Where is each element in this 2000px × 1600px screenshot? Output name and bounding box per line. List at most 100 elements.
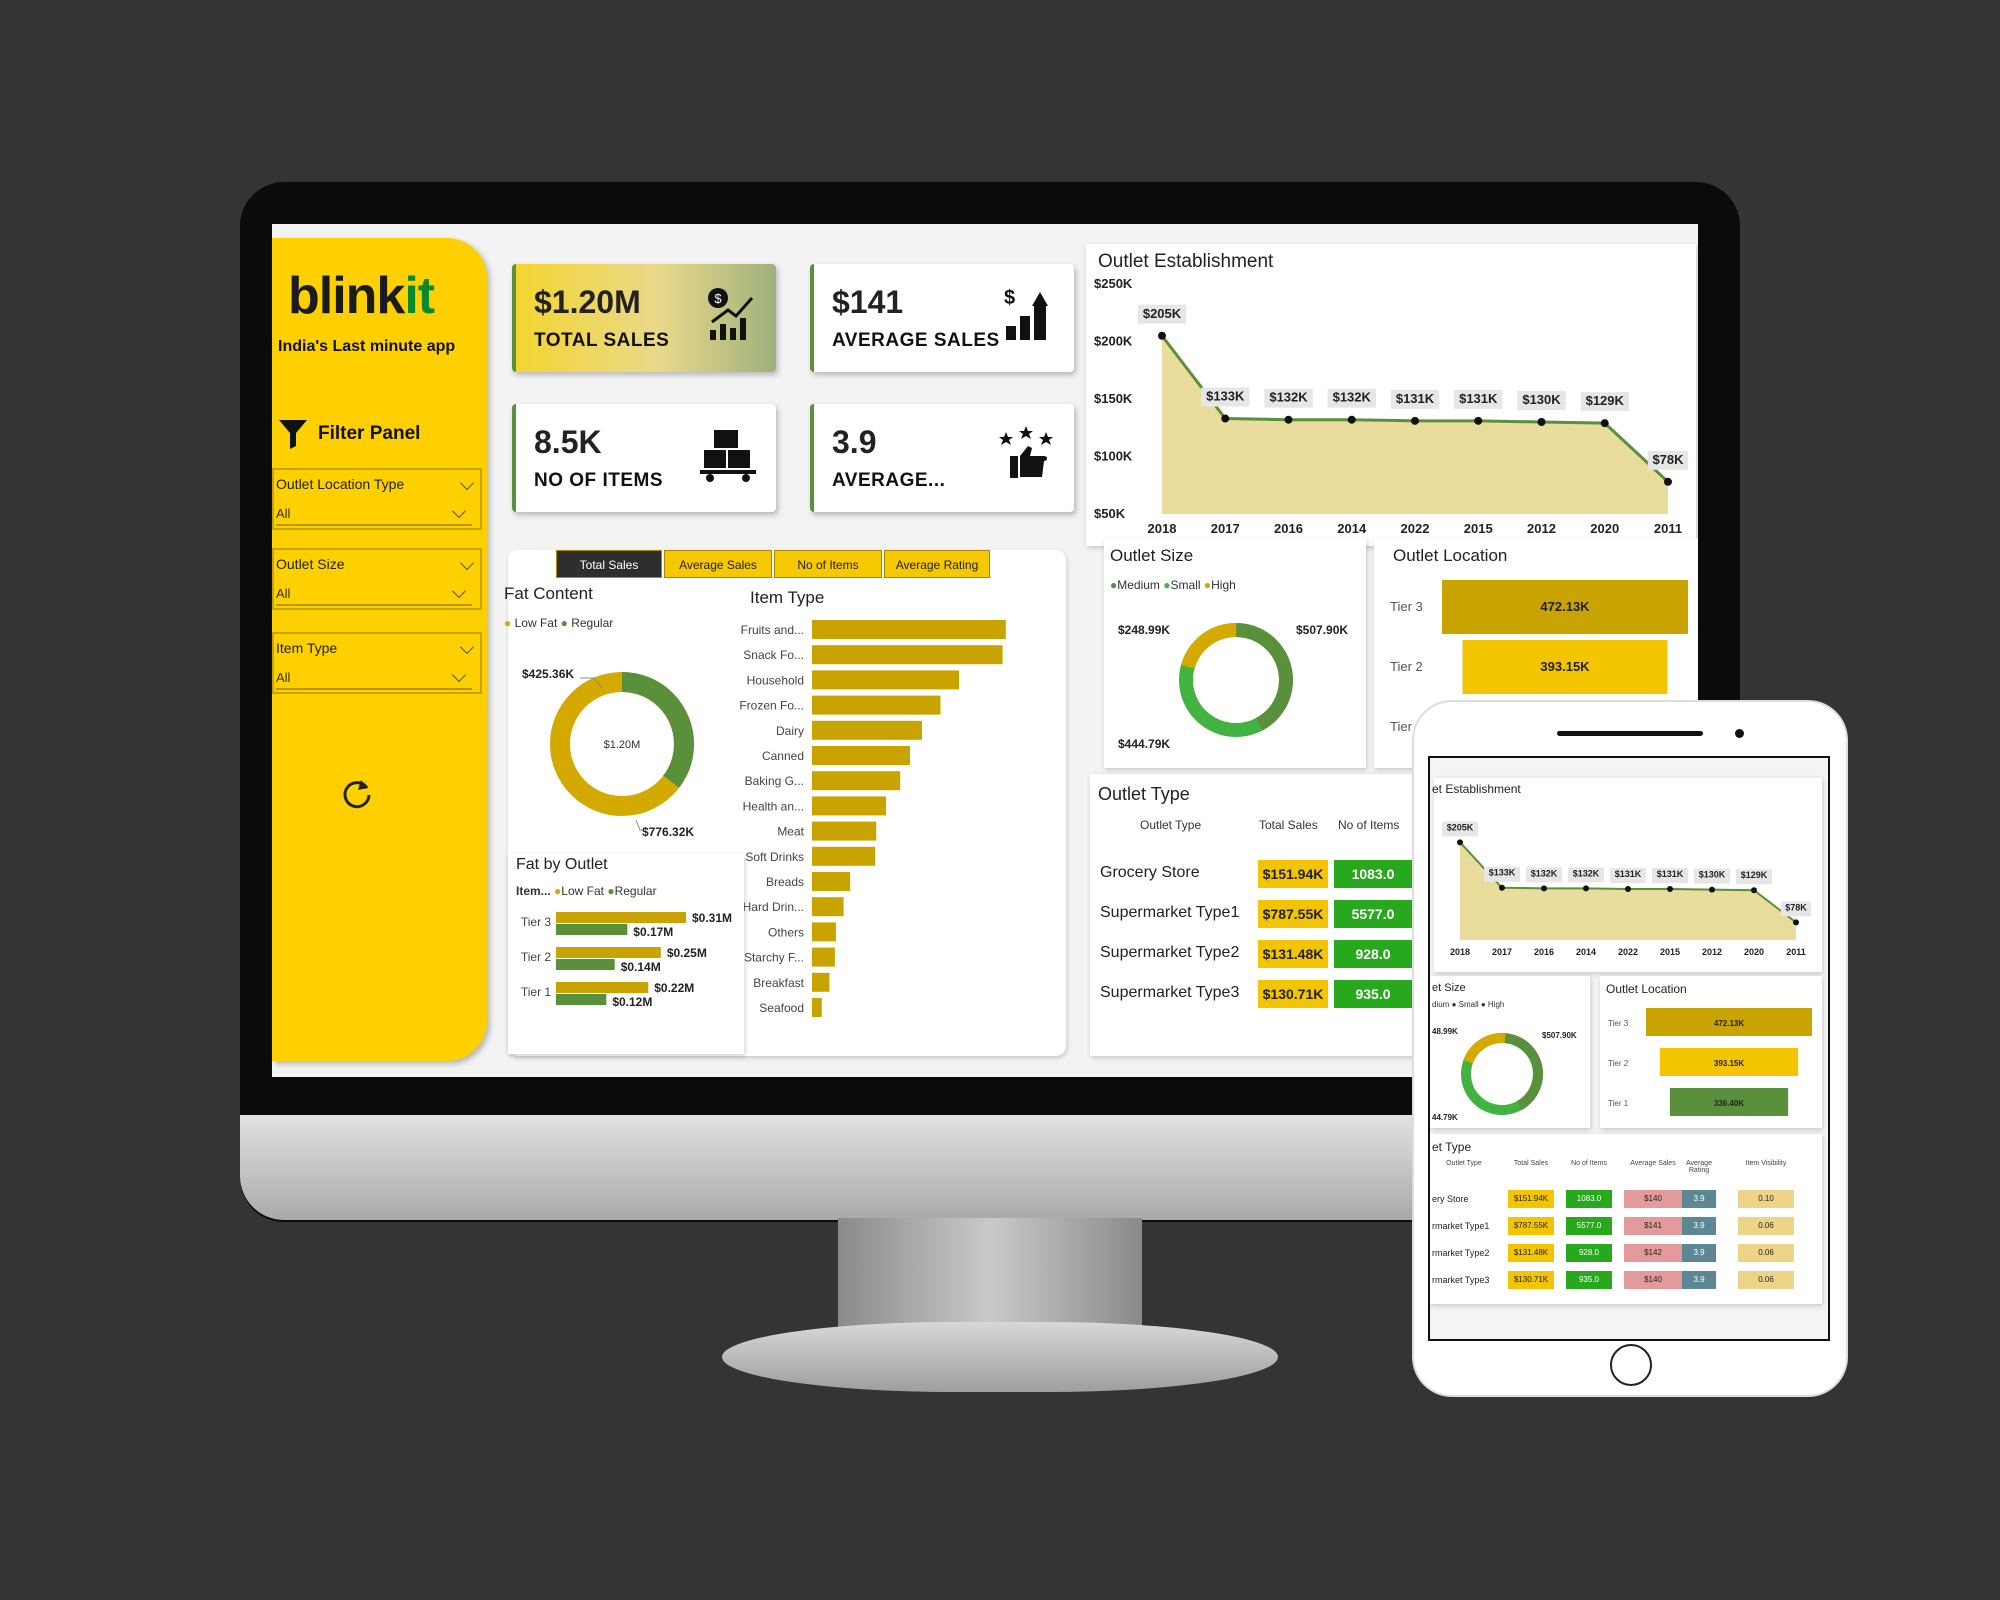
category-label: Frozen Fo... [739, 699, 804, 713]
category-label: Tier 1 [521, 985, 552, 999]
data-point [1541, 885, 1547, 892]
data-label: 48.99K [1432, 1027, 1458, 1036]
data-label: $205K [1143, 306, 1182, 321]
bar [812, 846, 876, 866]
column-header: Outlet Type [1140, 818, 1202, 832]
data-label: $248.99K [1118, 623, 1170, 637]
table-cell: 0.06 [1738, 1244, 1794, 1262]
data-label: $131K [1615, 869, 1642, 879]
slicer-outlet-size[interactable]: Outlet Size All [272, 548, 482, 610]
cell-no-of-items: 5577.0 [1334, 900, 1412, 928]
money-growth-icon: $ [708, 288, 754, 340]
category-label: Tier 2 [1608, 1059, 1629, 1068]
fat-by-outlet-legend: Item... ●Low Fat ●Regular [516, 884, 657, 898]
x-tick-label: 2017 [1492, 947, 1512, 957]
row-outlet-type: Grocery Store [1100, 864, 1200, 881]
data-point [1625, 885, 1631, 892]
x-tick-label: 2015 [1660, 947, 1680, 957]
data-point [1221, 414, 1230, 423]
metric-button-average-sales[interactable]: Average Sales [664, 550, 772, 578]
slicer-dropdown[interactable]: All [276, 664, 472, 690]
data-label: $507.90K [1296, 623, 1348, 637]
kpi-label: AVERAGE SALES [832, 330, 1000, 351]
table-cell: 3.9 [1682, 1271, 1716, 1289]
table-cell: 3.9 [1682, 1217, 1716, 1235]
fat-by-outlet-title: Fat by Outlet [516, 856, 608, 873]
outlet-location-title: Outlet Location [1393, 546, 1508, 565]
item-type-title: Item Type [750, 588, 825, 607]
dollar-bar-chart-icon: $ [1004, 287, 1048, 340]
tablet-camera [1735, 729, 1744, 738]
cell-no-of-items: 1083.0 [1334, 860, 1412, 888]
category-label: Dairy [776, 724, 804, 738]
data-label: $0.31M [692, 911, 732, 925]
slicer-outlet-location-type[interactable]: Outlet Location Type All [272, 468, 482, 530]
filter-panel-title: Filter Panel [318, 423, 421, 444]
bar-regular [556, 959, 615, 970]
data-label: $0.14M [621, 960, 661, 974]
column-header: Average Sales [1630, 1160, 1676, 1167]
chevron-down-icon[interactable] [451, 503, 467, 519]
tablet-outlet-type-title: et Type [1432, 1140, 1472, 1154]
y-tick-label: $250K [1094, 276, 1133, 291]
slicer-dropdown[interactable]: All [276, 500, 472, 526]
kpi-average-rating: 3.9 AVERAGE... [810, 404, 1074, 512]
x-tick-label: 2011 [1786, 947, 1806, 957]
thumbs-up-stars-icon [999, 426, 1053, 478]
area-fill [1162, 335, 1668, 514]
bar [812, 922, 836, 942]
data-point [1158, 331, 1166, 340]
category-label: Starchy F... [744, 951, 804, 965]
chevron-down-icon[interactable] [459, 555, 475, 571]
chevron-down-icon[interactable] [459, 475, 475, 491]
tablet-outlet-size-donut: 48.99K $507.90K 44.79K [1432, 1027, 1577, 1122]
metric-button-average-rating[interactable]: Average Rating [884, 550, 990, 578]
chevron-down-icon[interactable] [451, 667, 467, 683]
metric-button-total-sales[interactable]: Total Sales [556, 550, 662, 578]
category-label: Tier 1 [1608, 1099, 1629, 1108]
legend-medium: Medium [1117, 578, 1160, 592]
chevron-down-icon[interactable] [451, 583, 467, 599]
data-point [1751, 887, 1757, 894]
bar [812, 771, 901, 791]
metric-button-no-of-items[interactable]: No of Items [774, 550, 882, 578]
refresh-icon[interactable] [340, 776, 374, 810]
filter-sidebar: blinkit India's Last minute app Filter P… [272, 238, 487, 1061]
data-label: $133K [1489, 868, 1516, 878]
table-cell: $131.48K [1508, 1244, 1554, 1262]
y-tick-label: $50K [1094, 506, 1126, 521]
data-label: $130K [1699, 870, 1726, 880]
tablet-home-button[interactable] [1610, 1344, 1652, 1386]
chevron-down-icon[interactable] [459, 639, 475, 655]
funnel-icon [279, 420, 307, 449]
bar-regular [556, 924, 628, 935]
category-label: Seafood [759, 1001, 804, 1015]
table-cell: $141 [1624, 1217, 1682, 1235]
tablet-outlet-type-rows: ery Store $151.94K 1083.0 $140 3.9 0.10 rmarke… [1430, 1190, 1822, 1300]
bar [812, 972, 830, 992]
data-point [1793, 919, 1799, 926]
tablet-outlet-size-title: et Size [1432, 982, 1466, 994]
row-outlet-type: rmarket Type1 [1432, 1221, 1490, 1231]
table-cell: 1083.0 [1566, 1190, 1612, 1208]
data-point [1667, 885, 1673, 892]
bar-low-fat [556, 982, 649, 993]
data-label: $78K [1785, 902, 1807, 912]
category-label: Hard Drin... [743, 900, 804, 914]
cell-total-sales: $131.48K [1258, 940, 1328, 968]
category-label: Others [768, 925, 804, 939]
fat-content-legend: ● Low Fat ● Regular [504, 616, 614, 630]
data-label: $133K [1206, 389, 1245, 404]
tablet-outlet-location-chart: Tier 3 472.13K Tier 2 393.15K Tier 1 336.40K [1608, 1008, 1812, 1116]
table-cell: 0.10 [1738, 1190, 1794, 1208]
outlet-type-title: Outlet Type [1098, 784, 1190, 804]
slicer-dropdown[interactable]: All [276, 580, 472, 606]
x-tick-label: 2020 [1590, 521, 1619, 534]
data-label: $131K [1657, 869, 1684, 879]
category-label: Breakfast [753, 976, 804, 990]
data-point [1537, 418, 1546, 426]
row-outlet-type: Supermarket Type2 [1100, 944, 1240, 961]
slicer-item-type[interactable]: Item Type All [272, 632, 482, 694]
x-tick-label: 2012 [1527, 521, 1556, 534]
column-header: Average Rating [1686, 1160, 1712, 1174]
